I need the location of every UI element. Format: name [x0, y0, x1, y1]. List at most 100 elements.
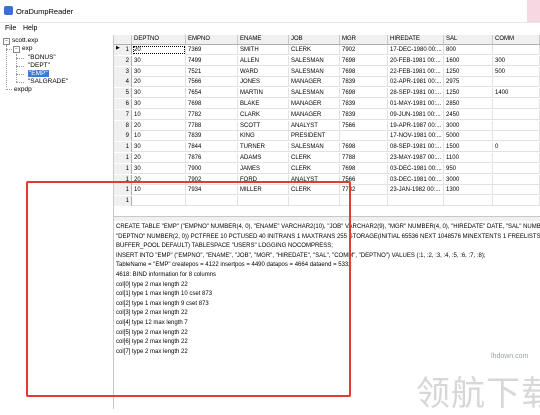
grid-cell[interactable]: 7566 [340, 174, 388, 185]
grid-cell[interactable] [493, 185, 540, 196]
grid-cell[interactable]: 1300 [444, 185, 493, 196]
column-header[interactable]: EMPNO [186, 35, 238, 44]
grid-cell[interactable]: 30 [132, 99, 186, 109]
grid-cell[interactable] [493, 77, 540, 88]
grid-cell[interactable] [388, 196, 444, 207]
row-number[interactable]: 3 [114, 66, 132, 77]
grid-cell[interactable]: 1250 [444, 88, 493, 99]
column-header[interactable]: ENAME [238, 35, 289, 44]
grid-cell[interactable]: 20 [132, 45, 186, 55]
grid-cell[interactable]: 7698 [340, 66, 388, 77]
grid-cell[interactable]: 20-FEB-1981 00:... [388, 55, 444, 66]
grid-cell[interactable]: 7698 [186, 99, 238, 109]
row-number[interactable]: 9 [114, 131, 132, 142]
grid-cell[interactable]: 2450 [444, 109, 493, 120]
grid-cell[interactable]: 7782 [340, 185, 388, 196]
tree-node-table-dept[interactable]: "DEPT" [28, 62, 50, 69]
grid-cell[interactable]: 20 [132, 77, 186, 88]
row-number[interactable]: 7 [114, 109, 132, 120]
grid-cell[interactable]: 19-APR-1987 00:... [388, 120, 444, 131]
grid-cell[interactable]: 17-NOV-1981 00:... [388, 131, 444, 142]
table-row[interactable]: 9 10 7839 KING PRESIDENT 17-NOV-1981 00:... 50… [114, 131, 540, 142]
grid-cell[interactable]: MANAGER [289, 99, 340, 109]
grid-cell[interactable]: 950 [444, 163, 493, 174]
grid-cell[interactable] [493, 120, 540, 131]
grid-cell[interactable]: 23-MAY-1987 00:... [388, 153, 444, 163]
grid-cell[interactable]: 1250 [444, 66, 493, 77]
grid-cell[interactable]: ADAMS [238, 153, 289, 163]
row-number[interactable]: 1 [114, 142, 132, 153]
grid-cell[interactable]: 20 [132, 120, 186, 131]
row-number[interactable]: 6 [114, 99, 132, 109]
grid-cell[interactable] [493, 131, 540, 142]
grid-cell[interactable]: 10 [132, 109, 186, 120]
grid-cell[interactable]: 20 [132, 153, 186, 163]
grid-cell[interactable]: 1100 [444, 153, 493, 163]
table-row[interactable]: 7 10 7782 CLARK MANAGER 7839 09-JUN-1981 00:..… [114, 109, 540, 120]
table-row[interactable]: 5 30 7654 MARTIN SALESMAN 7698 28-SEP-1981 00:… [114, 88, 540, 99]
grid-cell[interactable]: 7521 [186, 66, 238, 77]
grid-cell[interactable]: JONES [238, 77, 289, 88]
grid-cell[interactable]: MILLER [238, 185, 289, 196]
grid-cell[interactable]: CLARK [238, 109, 289, 120]
grid-cell[interactable]: ALLEN [238, 55, 289, 66]
table-row[interactable]: 1 30 7844 TURNER SALESMAN 7698 08-SEP-1981 00:… [114, 142, 540, 153]
grid-cell[interactable] [186, 196, 238, 207]
grid-cell[interactable]: 17-DEC-1980 00:... [388, 45, 444, 55]
table-row[interactable]: 1 20 7876 ADAMS CLERK 7788 23-MAY-1987 00:... 1… [114, 153, 540, 163]
grid-cell[interactable]: 7698 [340, 55, 388, 66]
table-row[interactable]: 1 20 7902 FORD ANALYST 7566 03-DEC-1981 00:...… [114, 174, 540, 185]
row-number[interactable]: 4 [114, 77, 132, 88]
grid-cell[interactable]: 03-DEC-1981 00:... [388, 163, 444, 174]
grid-cell[interactable]: 28-SEP-1981 00:... [388, 88, 444, 99]
grid-cell[interactable]: KING [238, 131, 289, 142]
table-row[interactable]: 1 ▶ 20 7369 SMITH CLERK 7902 17-DEC-1980 00:...… [114, 45, 540, 55]
tree-node-table-emp[interactable]: "EMP" [28, 70, 49, 77]
grid-cell[interactable]: JAMES [238, 163, 289, 174]
grid-cell[interactable]: 7566 [186, 77, 238, 88]
grid-cell[interactable]: 5000 [444, 131, 493, 142]
grid-cell[interactable] [132, 196, 186, 207]
grid-cell[interactable]: 7788 [340, 153, 388, 163]
row-number[interactable]: 1 [114, 185, 132, 196]
grid-cell[interactable]: WARD [238, 66, 289, 77]
table-row[interactable]: 4 20 7566 JONES MANAGER 7839 02-APR-1981 00:..… [114, 77, 540, 88]
tree-node-expdp[interactable]: expdp [14, 86, 32, 93]
table-row[interactable]: 3 30 7521 WARD SALESMAN 7698 22-FEB-1981 00:..… [114, 66, 540, 77]
grid-cell[interactable]: SALESMAN [289, 55, 340, 66]
grid-cell[interactable]: 09-JUN-1981 00:... [388, 109, 444, 120]
grid-cell[interactable]: 7934 [186, 185, 238, 196]
tree-node-table-salgrade[interactable]: "SALGRADE" [28, 78, 68, 85]
grid-cell[interactable] [289, 196, 340, 207]
row-number[interactable]: 1 [114, 174, 132, 185]
grid-cell[interactable]: PRESIDENT [289, 131, 340, 142]
grid-cell[interactable]: 02-APR-1981 00:... [388, 77, 444, 88]
grid-cell[interactable]: CLERK [289, 45, 340, 55]
grid-cell[interactable]: 10 [132, 131, 186, 142]
grid-cell[interactable]: FORD [238, 174, 289, 185]
grid-cell[interactable]: 30 [132, 163, 186, 174]
grid-cell[interactable]: 7902 [186, 174, 238, 185]
row-number[interactable]: 5 [114, 88, 132, 99]
grid-cell[interactable]: SALESMAN [289, 66, 340, 77]
grid-cell[interactable]: 1500 [444, 142, 493, 153]
grid-cell[interactable]: 7839 [340, 99, 388, 109]
table-row[interactable]: 1 [114, 196, 540, 207]
grid-cell[interactable] [493, 153, 540, 163]
menu-file[interactable]: File [5, 25, 16, 32]
grid-cell[interactable]: 3000 [444, 174, 493, 185]
grid-cell[interactable] [493, 109, 540, 120]
row-number[interactable]: 1 [114, 163, 132, 174]
row-number[interactable]: 1 [114, 196, 132, 207]
grid-cell[interactable]: CLERK [289, 153, 340, 163]
table-row[interactable]: 1 30 7900 JAMES CLERK 7698 03-DEC-1981 00:... 9… [114, 163, 540, 174]
grid-cell[interactable]: 300 [493, 55, 540, 66]
grid-cell[interactable]: 7499 [186, 55, 238, 66]
grid-cell[interactable]: TURNER [238, 142, 289, 153]
column-header[interactable]: COMM [493, 35, 540, 44]
grid-cell[interactable]: 30 [132, 55, 186, 66]
row-number[interactable]: 1 [114, 153, 132, 163]
grid-cell[interactable] [493, 163, 540, 174]
grid-corner[interactable] [114, 35, 132, 44]
grid-cell[interactable]: SMITH [238, 45, 289, 55]
